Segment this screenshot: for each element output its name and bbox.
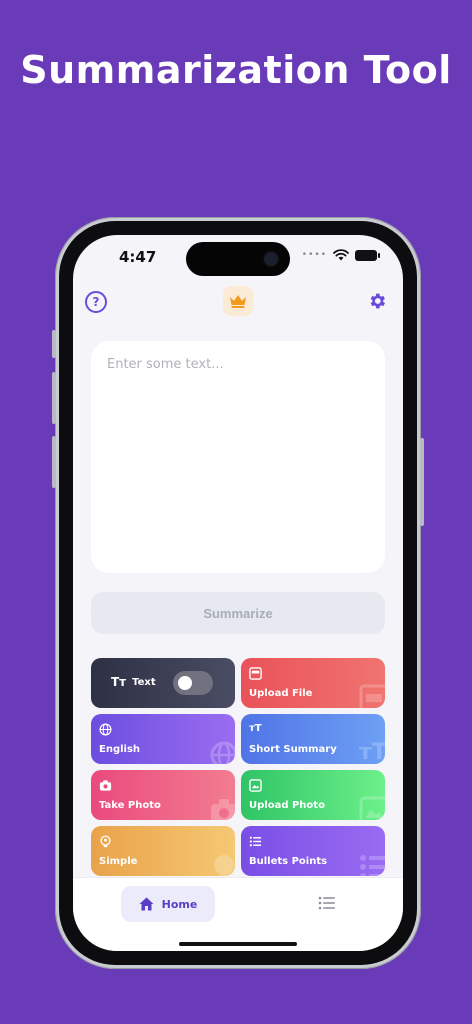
pdf-file-icon — [249, 667, 262, 680]
writing-style-tile[interactable]: Simple — [91, 826, 235, 876]
text-mode-toggle[interactable] — [173, 671, 213, 695]
upload-file-label: Upload File — [249, 688, 313, 699]
tab-home-label: Home — [161, 897, 198, 911]
camera-icon — [264, 252, 278, 266]
globe-icon — [99, 723, 112, 736]
premium-button[interactable] — [223, 286, 253, 316]
text-mode-label-row: Tт Text — [111, 675, 156, 689]
status-time: 4:47 — [119, 248, 157, 266]
summarize-button[interactable]: Summarize — [91, 592, 385, 634]
upload-photo-label: Upload Photo — [249, 800, 325, 811]
gallery-watermark-icon — [359, 796, 385, 820]
side-button-left-3 — [52, 436, 56, 488]
language-label: English — [99, 744, 141, 755]
text-input[interactable] — [91, 341, 385, 573]
toggle-knob — [178, 676, 192, 690]
home-icon — [139, 897, 154, 911]
crown-icon — [230, 295, 246, 308]
upload-photo-tile[interactable]: Upload Photo — [241, 770, 385, 820]
side-button-left-2 — [52, 372, 56, 424]
status-indicators: •••• — [301, 249, 380, 261]
pdf-watermark-icon — [359, 684, 385, 708]
tab-home[interactable]: Home — [121, 886, 215, 922]
take-photo-tile[interactable]: Take Photo — [91, 770, 235, 820]
settings-gear-icon[interactable] — [367, 291, 387, 311]
upload-file-tile[interactable]: Upload File — [241, 658, 385, 708]
tab-bar: Home — [73, 877, 403, 951]
text-mode-label: Text — [132, 676, 156, 688]
help-button[interactable]: ? — [85, 291, 107, 313]
bullet-list-watermark-icon — [360, 855, 385, 876]
lightbulb-head-icon — [100, 835, 111, 848]
text-format-icon: Tт — [111, 675, 127, 689]
text-size-watermark-icon: тT — [359, 740, 385, 764]
battery-icon — [355, 249, 380, 261]
summary-length-tile[interactable]: тT Short Summary тT — [241, 714, 385, 764]
camera-icon — [99, 780, 112, 791]
signal-dots-icon: •••• — [301, 250, 327, 260]
lightbulb-watermark-icon — [214, 855, 234, 876]
app-screen: 4:47 •••• ? Summarize Tт Text — [73, 235, 403, 951]
headline: Summarization Tool — [20, 48, 452, 92]
dynamic-island — [186, 242, 290, 276]
gallery-icon — [249, 779, 262, 792]
wifi-icon — [333, 249, 349, 261]
format-label: Bullets Points — [249, 856, 328, 867]
options-grid: Tт Text Upload File English тT Short Sum… — [91, 658, 385, 876]
home-indicator — [179, 942, 297, 946]
side-button-left-1 — [52, 330, 56, 358]
language-tile[interactable]: English — [91, 714, 235, 764]
text-mode-tile[interactable]: Tт Text — [91, 658, 235, 708]
side-button-right — [420, 438, 424, 526]
camera-watermark-icon — [211, 799, 235, 820]
summary-length-label: Short Summary — [249, 744, 337, 755]
format-tile[interactable]: Bullets Points — [241, 826, 385, 876]
globe-watermark-icon — [210, 741, 235, 764]
writing-style-label: Simple — [99, 856, 138, 867]
tab-history-list-icon[interactable] — [318, 895, 336, 911]
take-photo-label: Take Photo — [99, 800, 161, 811]
text-size-icon: тT — [249, 723, 262, 734]
bullet-list-icon — [249, 836, 262, 847]
